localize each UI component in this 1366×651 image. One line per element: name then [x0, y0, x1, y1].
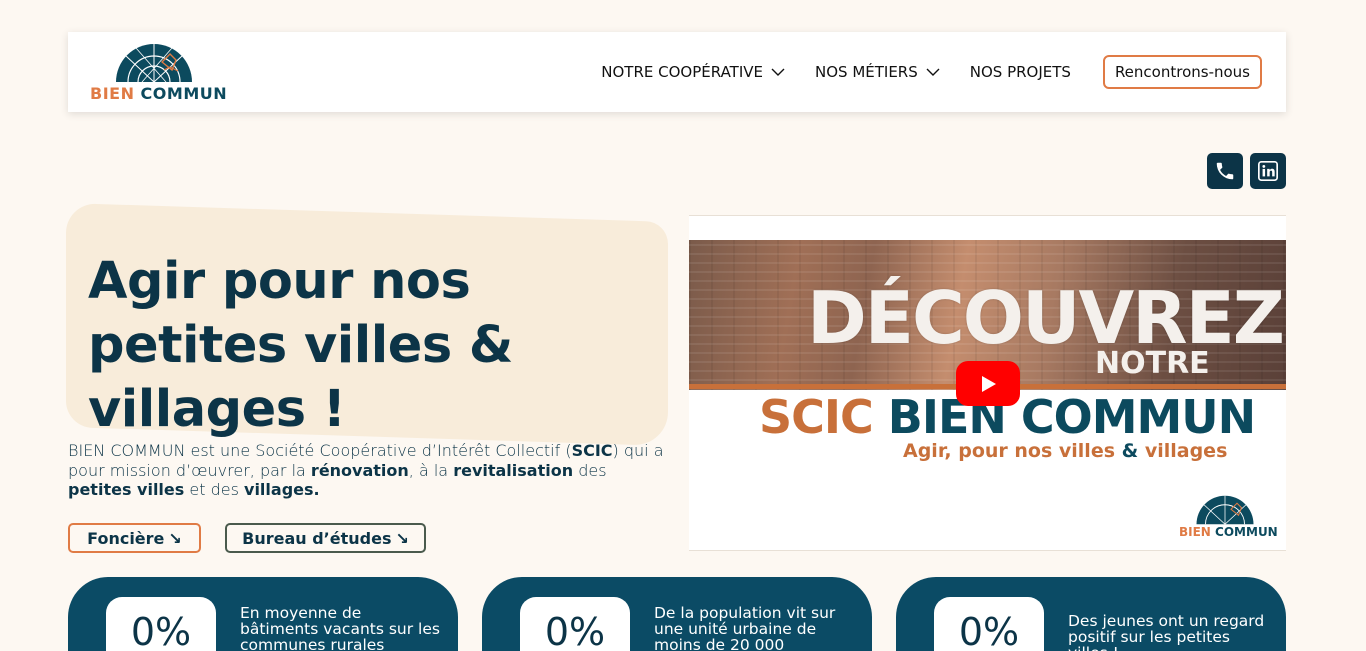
linkedin-icon	[1258, 161, 1278, 181]
desc-highlight: petites villes	[68, 480, 185, 499]
logo-word-2: COMMUN	[140, 84, 228, 103]
youtube-video-embed[interactable]: DÉCOUVREZ NOTRE SCIC BIEN COMMUN Agir, p…	[689, 215, 1286, 551]
stat-description: En moyenne de bâtiments vacants sur les …	[240, 604, 440, 651]
dome-logo-icon	[116, 44, 192, 83]
desc-highlight: rénovation	[310, 460, 409, 480]
contact-cta-button[interactable]: Rencontrons-nous	[1102, 55, 1262, 89]
thumbnail-brand: BIEN COMMUN	[887, 390, 1256, 444]
desc-text: des	[573, 460, 607, 480]
thumbnail-headline: DÉCOUVREZ	[807, 276, 1285, 360]
logo-word-1: BIEN	[90, 84, 135, 103]
stat-card: 0% Des jeunes ont un regard positif sur …	[896, 577, 1286, 651]
nav-item-cooperative[interactable]: NOTRE COOPÉRATIVE	[601, 63, 785, 81]
arrow-down-right-icon: ↘	[395, 528, 409, 548]
youtube-play-button[interactable]	[956, 361, 1020, 406]
stat-value: 0%	[106, 597, 216, 651]
tagline-ampersand: &	[1121, 440, 1139, 462]
thumbnail-logo-wordmark: BIEN COMMUN	[1179, 525, 1278, 539]
stat-card: 0% De la population vit sur une unité ur…	[482, 577, 872, 651]
thumbnail-logo: BIEN COMMUN	[1179, 494, 1279, 544]
stat-card: 0% En moyenne de bâtiments vacants sur l…	[68, 577, 458, 651]
logo-word-1: BIEN	[1179, 525, 1211, 539]
dome-logo-icon	[1196, 495, 1254, 525]
nav-item-metiers[interactable]: NOS MÉTIERS	[815, 63, 940, 81]
bureau-etudes-button[interactable]: Bureau d’études ↘	[225, 523, 426, 553]
thumbnail-subheadline: NOTRE	[1095, 346, 1210, 381]
arrow-down-right-icon: ↘	[168, 528, 182, 548]
thumbnail-tagline: Agir, pour nos villes & villages	[903, 440, 1227, 462]
desc-highlight: villages.	[244, 480, 320, 499]
play-icon	[982, 375, 996, 392]
desc-text: et des	[184, 480, 245, 499]
thumbnail-scic: SCIC	[759, 390, 874, 444]
site-header: BIEN COMMUN NOTRE COOPÉRATIVE NOS MÉTIER…	[68, 32, 1286, 112]
chevron-down-icon	[771, 68, 785, 76]
brand-logo[interactable]: BIEN COMMUN	[90, 42, 227, 104]
stat-description: De la population vit sur une unité urbai…	[654, 604, 836, 651]
hero-title: Agir pour nos petites villes & villages …	[88, 252, 513, 439]
hero-description: BIEN COMMUN est une Société Coopérative …	[68, 441, 668, 500]
logo-word-2: COMMUN	[1215, 525, 1278, 539]
logo-wordmark: BIEN COMMUN	[90, 84, 227, 103]
nav-item-projets[interactable]: NOS PROJETS	[970, 63, 1071, 81]
phone-button[interactable]	[1207, 153, 1243, 189]
stat-description: Des jeunes ont un regard positif sur les…	[1068, 612, 1265, 651]
main-nav: NOTRE COOPÉRATIVE NOS MÉTIERS NOS PROJET…	[571, 32, 1262, 112]
tagline-part: villages	[1138, 440, 1228, 462]
nav-label: NOS PROJETS	[969, 63, 1071, 81]
stat-value: 0%	[520, 597, 630, 651]
tagline-part: Agir, pour nos villes	[903, 440, 1122, 462]
phone-icon	[1216, 162, 1234, 180]
button-label: Foncière	[87, 528, 165, 548]
stat-value: 0%	[934, 597, 1044, 651]
nav-label: NOTRE COOPÉRATIVE	[601, 63, 763, 81]
desc-text: , à la	[408, 460, 454, 480]
desc-highlight: revitalisation	[453, 460, 574, 480]
chevron-down-icon	[926, 68, 940, 76]
linkedin-button[interactable]	[1250, 153, 1286, 189]
button-label: Bureau d’études	[242, 528, 392, 548]
fonciere-button[interactable]: Foncière ↘	[68, 523, 201, 553]
nav-label: NOS MÉTIERS	[815, 63, 918, 81]
desc-highlight: SCIC	[571, 441, 613, 460]
desc-text: BIEN COMMUN est une Société Coopérative …	[68, 441, 572, 460]
